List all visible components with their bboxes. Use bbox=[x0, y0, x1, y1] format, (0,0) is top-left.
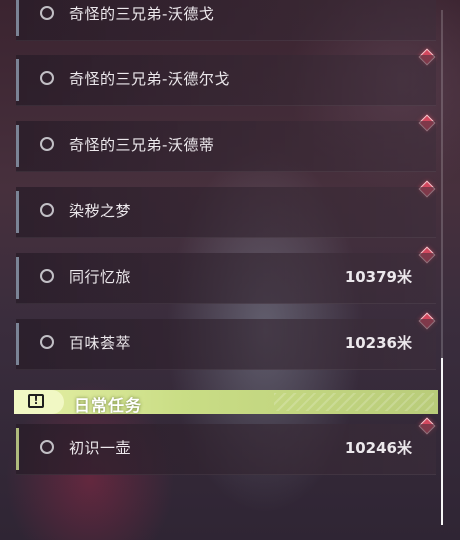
quest-accent-bar bbox=[16, 59, 19, 101]
quest-status-circle-icon bbox=[40, 269, 54, 283]
quest-accent-bar bbox=[16, 257, 19, 299]
quest-title: 染秽之梦 bbox=[69, 202, 132, 220]
quest-distance: 10246米 bbox=[344, 439, 412, 457]
quest-title: 初识一壶 bbox=[69, 439, 132, 457]
quest-item[interactable]: 初识一壶 10246米 bbox=[16, 424, 436, 475]
quest-list: 奇怪的三兄弟-沃德戈 奇怪的三兄弟-沃德尔戈 奇怪的三兄弟-沃德蒂 染秽之梦 同… bbox=[0, 0, 460, 540]
scrollbar-thumb[interactable] bbox=[441, 358, 443, 525]
quest-accent-bar bbox=[16, 0, 19, 36]
quest-accent-bar bbox=[16, 428, 19, 470]
quest-status-circle-icon bbox=[40, 440, 54, 454]
quest-status-circle-icon bbox=[40, 203, 54, 217]
quest-item[interactable]: 奇怪的三兄弟-沃德蒂 bbox=[16, 121, 436, 172]
quest-item[interactable]: 奇怪的三兄弟-沃德戈 bbox=[16, 0, 436, 41]
quest-title: 奇怪的三兄弟-沃德戈 bbox=[69, 5, 215, 23]
quest-item[interactable]: 同行忆旅 10379米 bbox=[16, 253, 436, 304]
quest-title: 同行忆旅 bbox=[69, 268, 132, 286]
quest-status-circle-icon bbox=[40, 335, 54, 349]
quest-title: 奇怪的三兄弟-沃德尔戈 bbox=[69, 70, 230, 88]
quest-item[interactable]: 奇怪的三兄弟-沃德尔戈 bbox=[16, 55, 436, 106]
section-title: 日常任务 bbox=[74, 396, 143, 415]
quest-title: 百味荟萃 bbox=[69, 334, 132, 352]
quest-item[interactable]: 百味荟萃 10236米 bbox=[16, 319, 436, 370]
section-decoration bbox=[274, 393, 434, 411]
quest-accent-bar bbox=[16, 125, 19, 167]
exclamation-icon: ! bbox=[28, 394, 44, 408]
quest-item[interactable]: 染秽之梦 bbox=[16, 187, 436, 238]
quest-distance: 10379米 bbox=[344, 268, 412, 286]
quest-status-circle-icon bbox=[40, 71, 54, 85]
quest-accent-bar bbox=[16, 191, 19, 233]
quest-title: 奇怪的三兄弟-沃德蒂 bbox=[69, 136, 215, 154]
quest-status-circle-icon bbox=[40, 6, 54, 20]
daily-quest-section-header[interactable]: ! 日常任务 bbox=[14, 390, 438, 415]
quest-status-circle-icon bbox=[40, 137, 54, 151]
quest-distance: 10236米 bbox=[344, 334, 412, 352]
section-badge: ! bbox=[14, 390, 64, 414]
quest-accent-bar bbox=[16, 323, 19, 365]
